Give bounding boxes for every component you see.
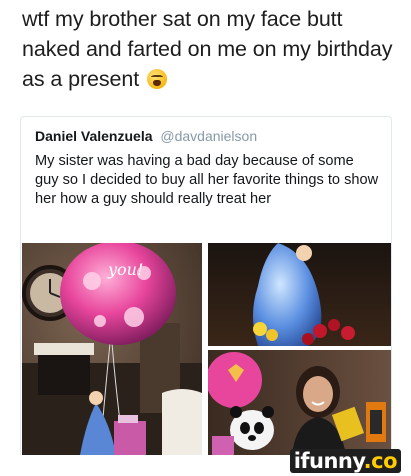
meme-caption: wtf my brother sat on my face butt naked… xyxy=(22,4,394,94)
panda-plush-icon xyxy=(230,406,274,450)
watermark-suffix: .co xyxy=(363,449,398,473)
balloon-text: you! xyxy=(107,260,143,279)
caption-text: wtf my brother sat on my face butt naked… xyxy=(22,7,393,91)
tweet-author-handle: @davdanielson xyxy=(160,128,258,144)
watermark-text: ifunny xyxy=(293,449,364,473)
tweet-header: Daniel Valenzuela @davdanielson xyxy=(35,128,257,144)
tweet-photo-girl-with-gifts xyxy=(208,350,391,455)
tweet-photo-roses xyxy=(208,243,391,346)
tweet-text: My sister was having a bad day because o… xyxy=(35,153,379,207)
weary-face-emoji-icon xyxy=(147,69,167,89)
tweet-photo-balloons-room: you! xyxy=(22,243,202,455)
ifunny-watermark-logo: ifunny.co xyxy=(289,449,401,473)
tweet-author-name: Daniel Valenzuela xyxy=(35,128,153,144)
